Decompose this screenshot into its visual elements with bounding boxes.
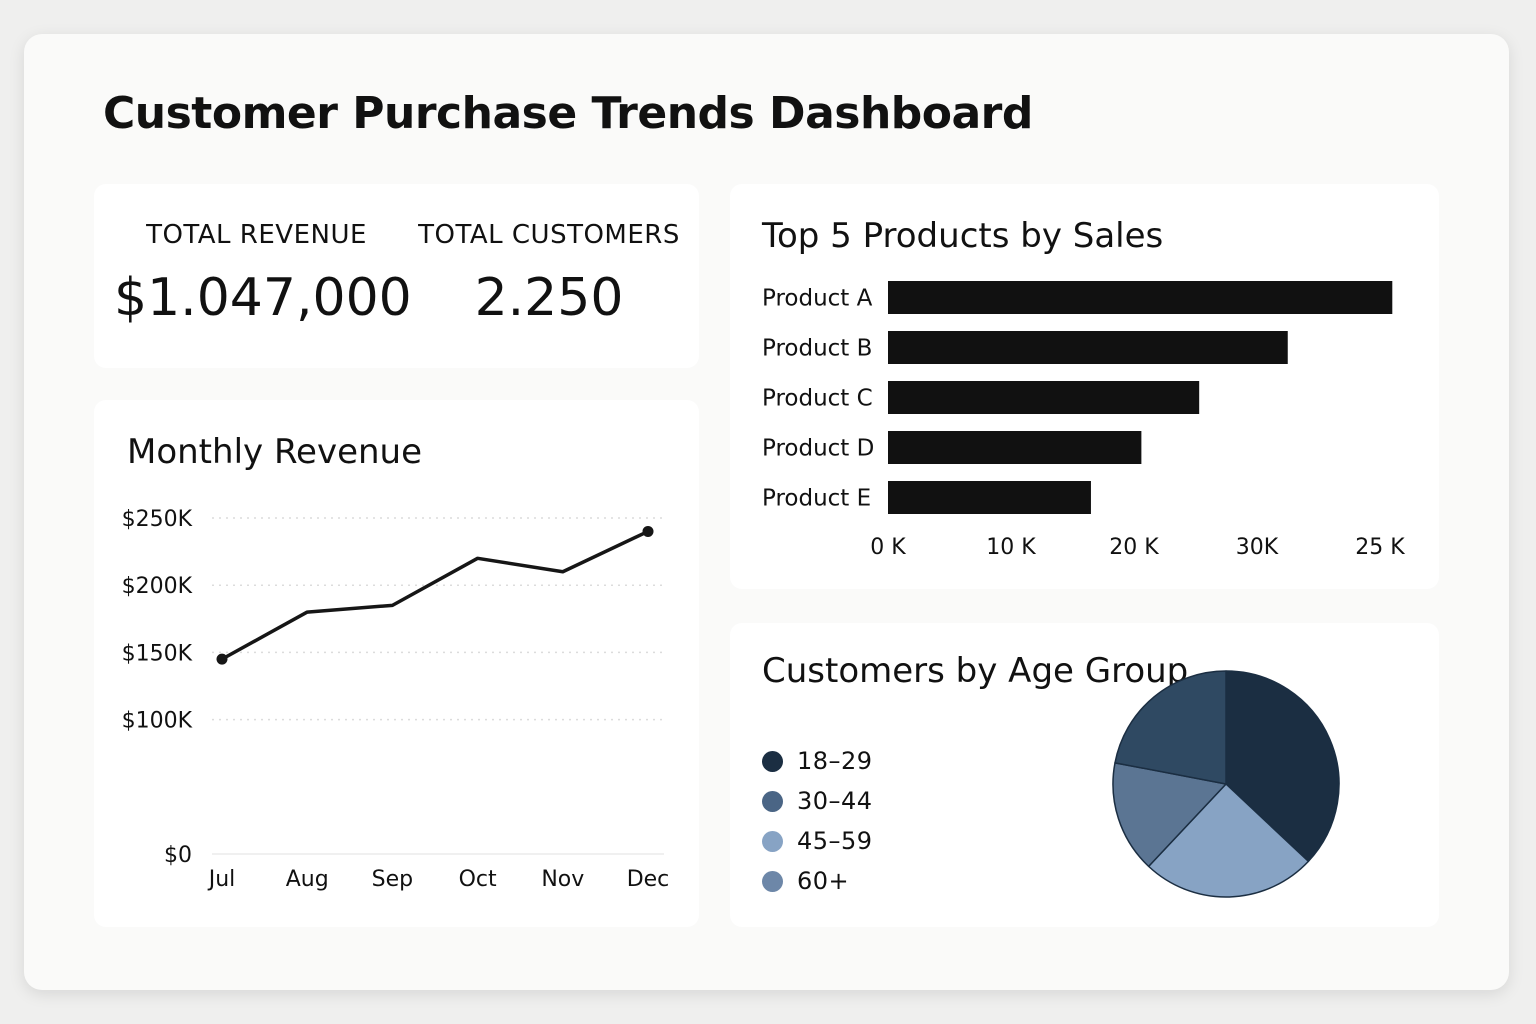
x-tick-label: Oct [459, 867, 497, 892]
bar-category-label: Product D [762, 436, 874, 462]
bar [888, 381, 1200, 414]
y-tick-label: $250K [122, 507, 193, 532]
x-tick-label: Dec [627, 867, 670, 892]
monthly-revenue-chart: $0 $100K $150K $200K $250K Jul Aug Sep Oct Nov Dec [122, 507, 670, 892]
data-point [216, 653, 228, 665]
age-group-pie-chart [1112, 670, 1340, 898]
x-tick-label: Jul [207, 867, 236, 892]
page-title: Customer Purchase Trends Dashboard [103, 88, 1033, 139]
x-tick-label: 10 K [986, 535, 1036, 560]
x-tick-label: 0 K [870, 535, 906, 560]
kpi-total-revenue: TOTAL REVENUE $1.047,000 [114, 220, 412, 328]
bar-category-label: Product A [762, 286, 873, 312]
kpi-label: TOTAL REVENUE [146, 220, 367, 250]
bar [888, 331, 1288, 364]
bar [888, 431, 1142, 464]
x-tick-label: Aug [286, 867, 329, 892]
top-products-chart: Product A Product B Product C Product D Prod… [762, 281, 1405, 560]
kpi-total-customers: TOTAL CUSTOMERS 2.250 [414, 220, 684, 328]
bar [888, 481, 1091, 514]
x-tick-label: 25 K [1355, 535, 1405, 560]
age-group-card: Customers by Age Group 18–29 30–44 45–59 60… [730, 623, 1439, 927]
revenue-line [220, 529, 650, 661]
y-tick-label: $200K [122, 574, 193, 599]
x-tick-label: Nov [541, 867, 584, 892]
bar-category-label: Product C [762, 386, 873, 412]
x-tick-label: 30K [1236, 535, 1279, 560]
y-tick-label: $150K [122, 641, 193, 666]
y-tick-label: $100K [122, 709, 193, 734]
y-tick-label: $0 [164, 843, 192, 868]
x-tick-label: 20 K [1109, 535, 1159, 560]
data-point [642, 525, 654, 537]
bar [888, 281, 1393, 314]
x-tick-label: Sep [372, 867, 413, 892]
monthly-revenue-card: Monthly Revenue $0 $100K $150K $200K $250K Ju… [94, 400, 699, 927]
top-products-card: Top 5 Products by Sales Product A Product… [730, 184, 1439, 589]
bar-category-label: Product E [762, 486, 871, 512]
kpi-card: TOTAL REVENUE $1.047,000 TOTAL CUSTOMERS… [94, 184, 699, 368]
kpi-label: TOTAL CUSTOMERS [418, 220, 680, 250]
kpi-value: 2.250 [474, 268, 624, 328]
bar-category-label: Product B [762, 336, 872, 362]
kpi-value: $1.047,000 [114, 268, 412, 328]
